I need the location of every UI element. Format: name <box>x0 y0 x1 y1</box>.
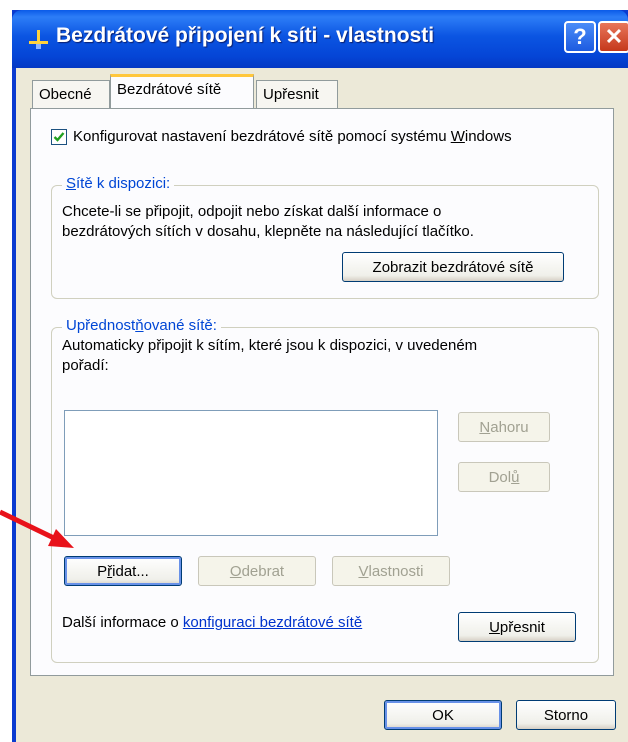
title-bar[interactable]: Bezdrátové připojení k síti - vlastnosti… <box>12 10 628 68</box>
tab-page-wireless: Konfigurovat nastavení bezdrátové sítě p… <box>30 108 614 676</box>
ok-button[interactable]: OK <box>384 700 502 730</box>
tab-advanced[interactable]: Upřesnit <box>256 80 338 108</box>
remove-network-button[interactable]: Odebrat <box>198 556 316 586</box>
preferred-networks-group: Upřednostňované sítě: Automaticky připoj… <box>51 317 599 663</box>
more-info-text: Další informace o konfiguraci bezdrátové… <box>62 614 363 631</box>
config-info-link[interactable]: konfiguraci bezdrátové sítě <box>183 614 362 631</box>
add-network-button[interactable]: Přidat... <box>64 556 182 586</box>
tab-wireless-networks[interactable]: Bezdrátové sítě <box>110 74 254 108</box>
close-button[interactable]: ✕ <box>598 21 628 53</box>
network-properties-button[interactable]: Vlastnosti <box>332 556 450 586</box>
available-networks-description: Chcete-li se připojit, odpojit nebo získ… <box>62 203 474 240</box>
view-wireless-networks-button[interactable]: Zobrazit bezdrátové sítě <box>342 252 564 282</box>
preferred-networks-description: Automaticky připojit k sítím, které jsou… <box>62 337 478 374</box>
advanced-button[interactable]: Upřesnit <box>458 612 576 642</box>
properties-window: Bezdrátové připojení k síti - vlastnosti… <box>12 10 628 742</box>
move-down-button[interactable]: Dolů <box>458 462 550 492</box>
preferred-networks-list[interactable] <box>64 410 438 536</box>
tab-general[interactable]: Obecné <box>32 80 110 108</box>
windows-config-checkbox[interactable] <box>51 129 67 145</box>
available-networks-legend: Sítě k dispozici: <box>62 175 175 192</box>
cancel-button[interactable]: Storno <box>516 700 616 730</box>
help-button[interactable]: ? <box>564 21 596 53</box>
checkmark-icon <box>53 132 65 142</box>
windows-config-label[interactable]: Konfigurovat nastavení bezdrátové sítě p… <box>73 128 512 145</box>
dialog-client: Obecné Bezdrátové sítě Upřesnit Konfigur… <box>16 68 628 742</box>
preferred-networks-legend: Upřednostňované sítě: <box>62 317 221 334</box>
available-networks-group: Sítě k dispozici: Chcete-li se připojit,… <box>51 175 599 299</box>
window-title: Bezdrátové připojení k síti - vlastnosti <box>56 24 435 47</box>
network-connection-icon <box>29 30 48 49</box>
move-up-button[interactable]: Nahoru <box>458 412 550 442</box>
